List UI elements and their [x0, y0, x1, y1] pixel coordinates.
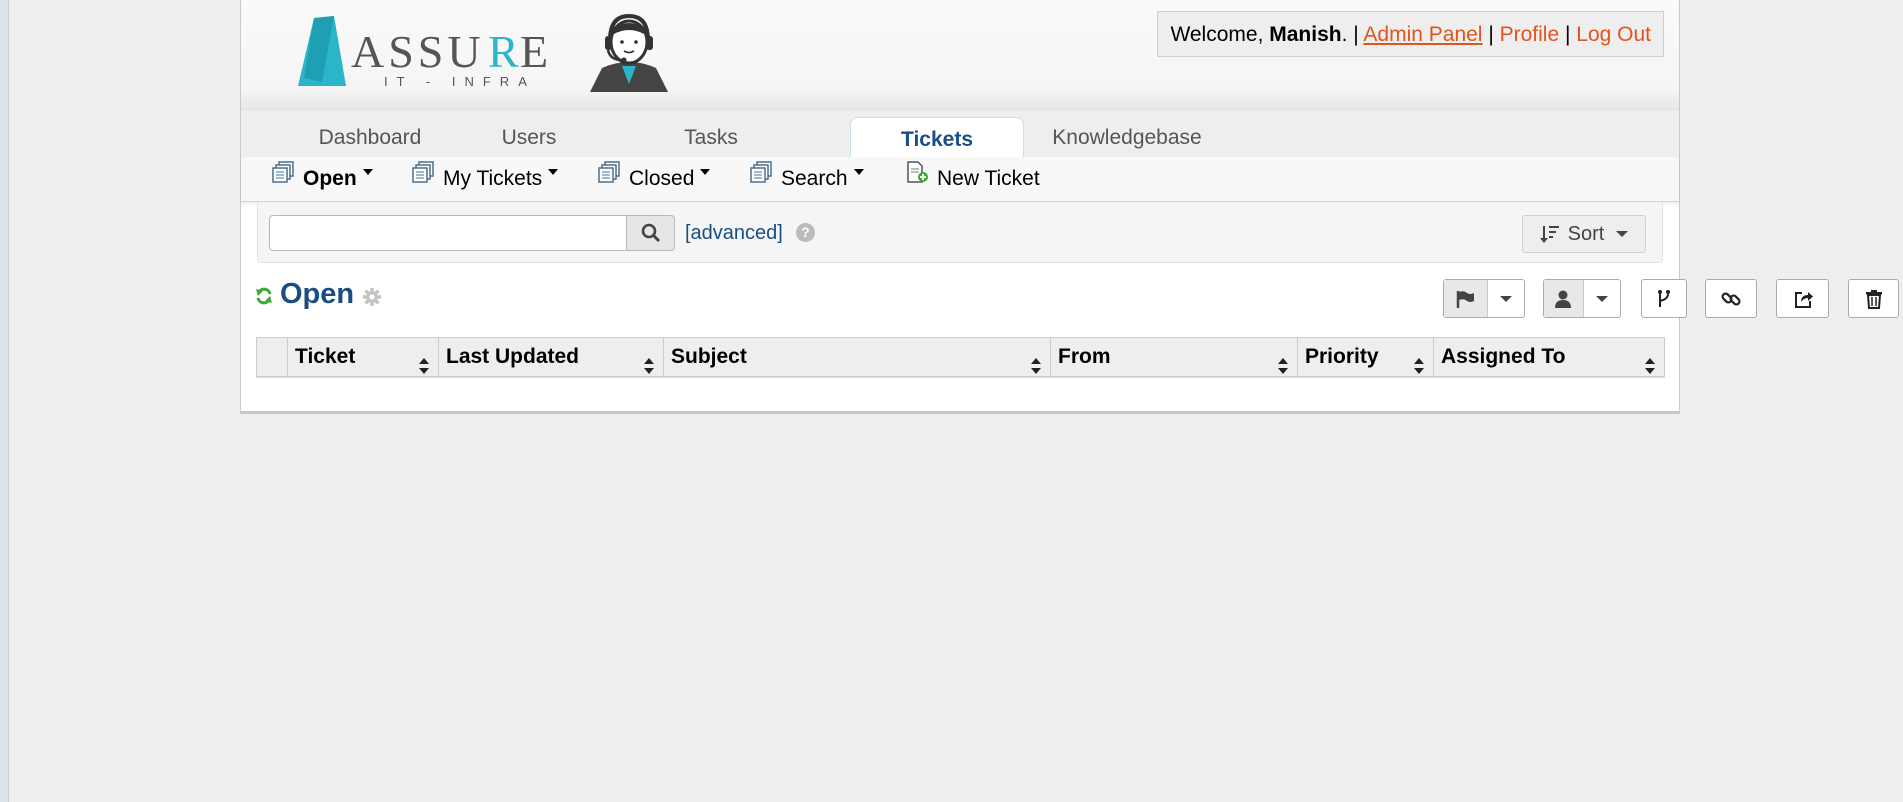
welcome-prefix: Welcome, — [1170, 23, 1270, 46]
link-icon — [1721, 291, 1741, 306]
new-ticket-icon — [905, 155, 929, 199]
welcome-suffix: . | — [1341, 23, 1364, 46]
advanced-search-link[interactable]: [advanced] — [685, 215, 783, 251]
column-priority-label: Priority — [1305, 345, 1379, 368]
svg-text:E: E — [520, 26, 548, 77]
user-icon — [1555, 290, 1572, 308]
search-button[interactable] — [627, 215, 675, 251]
chevron-down-icon — [1499, 295, 1512, 302]
main-container: ASSU R E IT - INFRA Welcome, Manish. | A… — [240, 0, 1899, 414]
sort-icon — [644, 349, 654, 387]
support-agent-icon — [586, 10, 672, 97]
sort-label: Sort — [1567, 222, 1605, 245]
column-priority[interactable]: Priority — [1297, 338, 1433, 376]
tickets-icon — [271, 155, 295, 199]
sort-icon — [1539, 226, 1559, 243]
search-input[interactable] — [269, 215, 627, 251]
assign-button[interactable] — [1543, 279, 1621, 318]
user-name: Manish — [1269, 23, 1342, 46]
admin-panel-link[interactable]: Admin Panel — [1363, 23, 1482, 46]
tickets-icon — [411, 155, 435, 199]
sort-icon — [1414, 349, 1424, 387]
subnav-search-label: Search — [781, 167, 848, 190]
search-icon — [641, 223, 660, 243]
subnav-new-ticket[interactable]: New Ticket — [905, 157, 1040, 201]
column-assigned-to-label: Assigned To — [1441, 345, 1566, 368]
subnav-open-label: Open — [303, 167, 357, 190]
transfer-button[interactable] — [1776, 279, 1829, 318]
transfer-icon — [1794, 291, 1813, 308]
sort-icon — [1278, 349, 1288, 387]
link-button[interactable] — [1705, 279, 1757, 318]
dropdown-caret-icon — [700, 169, 711, 175]
flag-icon — [1457, 290, 1475, 308]
column-ticket-label: Ticket — [295, 345, 356, 368]
logout-link[interactable]: Log Out — [1576, 23, 1651, 46]
svg-text:ASSU: ASSU — [351, 26, 485, 77]
column-from[interactable]: From — [1050, 338, 1297, 376]
profile-link[interactable]: Profile — [1500, 23, 1560, 46]
sort-icon — [419, 349, 429, 387]
column-last-updated[interactable]: Last Updated — [438, 338, 663, 376]
column-ticket[interactable]: Ticket — [287, 338, 438, 376]
dropdown-caret-icon — [362, 169, 373, 175]
sort-icon — [1031, 349, 1041, 387]
tab-tickets[interactable]: Tickets — [850, 117, 1024, 159]
sort-button[interactable]: Sort — [1522, 215, 1646, 253]
subnav-my-tickets-label: My Tickets — [443, 167, 543, 190]
subnav-my-tickets[interactable]: My Tickets — [411, 155, 559, 201]
subnav-closed[interactable]: Closed — [597, 155, 711, 201]
tab-knowledgebase[interactable]: Knowledgebase — [1039, 111, 1215, 157]
page-left-edge — [0, 0, 9, 802]
sort-icon — [1645, 349, 1655, 387]
chevron-down-icon — [1616, 231, 1629, 237]
queue-title[interactable]: Open — [280, 278, 354, 311]
logo-subtext: IT - INFRA — [384, 74, 536, 89]
subnav-open[interactable]: Open — [271, 157, 373, 201]
chevron-down-icon — [1595, 295, 1608, 302]
trash-icon — [1865, 289, 1882, 309]
merge-button[interactable] — [1641, 279, 1687, 318]
ticket-subnav: Open My Tickets Closed Search New Ticket — [241, 157, 1679, 202]
svg-text:R: R — [488, 26, 519, 77]
tickets-table-header: Ticket Last Updated Subject From Priorit… — [256, 337, 1665, 377]
subnav-search[interactable]: Search — [749, 157, 864, 201]
assure-logo[interactable]: ASSU R E IT - INFRA — [296, 12, 566, 97]
column-subject-label: Subject — [671, 345, 747, 368]
gear-icon[interactable] — [362, 287, 382, 312]
flag-button[interactable] — [1443, 279, 1525, 318]
column-subject[interactable]: Subject — [663, 338, 1050, 376]
column-from-label: From — [1058, 345, 1111, 368]
tab-tasks[interactable]: Tasks — [649, 111, 773, 157]
help-icon[interactable]: ? — [796, 223, 815, 242]
select-all-column[interactable] — [257, 338, 287, 376]
separator: | — [1482, 23, 1500, 46]
column-assigned-to[interactable]: Assigned To — [1433, 338, 1664, 376]
welcome-box: Welcome, Manish. | Admin Panel | Profile… — [1157, 11, 1664, 57]
subnav-new-ticket-label: New Ticket — [937, 167, 1040, 190]
tab-users[interactable]: Users — [469, 111, 589, 157]
search-bar: [advanced] ? Sort — [257, 203, 1663, 263]
dropdown-caret-icon — [548, 169, 559, 175]
header: ASSU R E IT - INFRA Welcome, Manish. | A… — [241, 0, 1679, 111]
merge-icon — [1658, 289, 1670, 307]
tab-dashboard[interactable]: Dashboard — [291, 111, 449, 157]
dropdown-caret-icon — [853, 169, 864, 175]
tickets-icon — [749, 155, 773, 199]
refresh-icon[interactable] — [255, 287, 273, 310]
delete-button[interactable] — [1848, 279, 1899, 318]
subnav-closed-label: Closed — [629, 167, 695, 190]
column-last-updated-label: Last Updated — [446, 345, 580, 368]
separator: | — [1559, 23, 1577, 46]
main-tabs: Dashboard Users Tasks Tickets Knowledgeb… — [241, 111, 1679, 159]
table-divider — [256, 377, 1665, 378]
tickets-icon — [597, 155, 621, 199]
